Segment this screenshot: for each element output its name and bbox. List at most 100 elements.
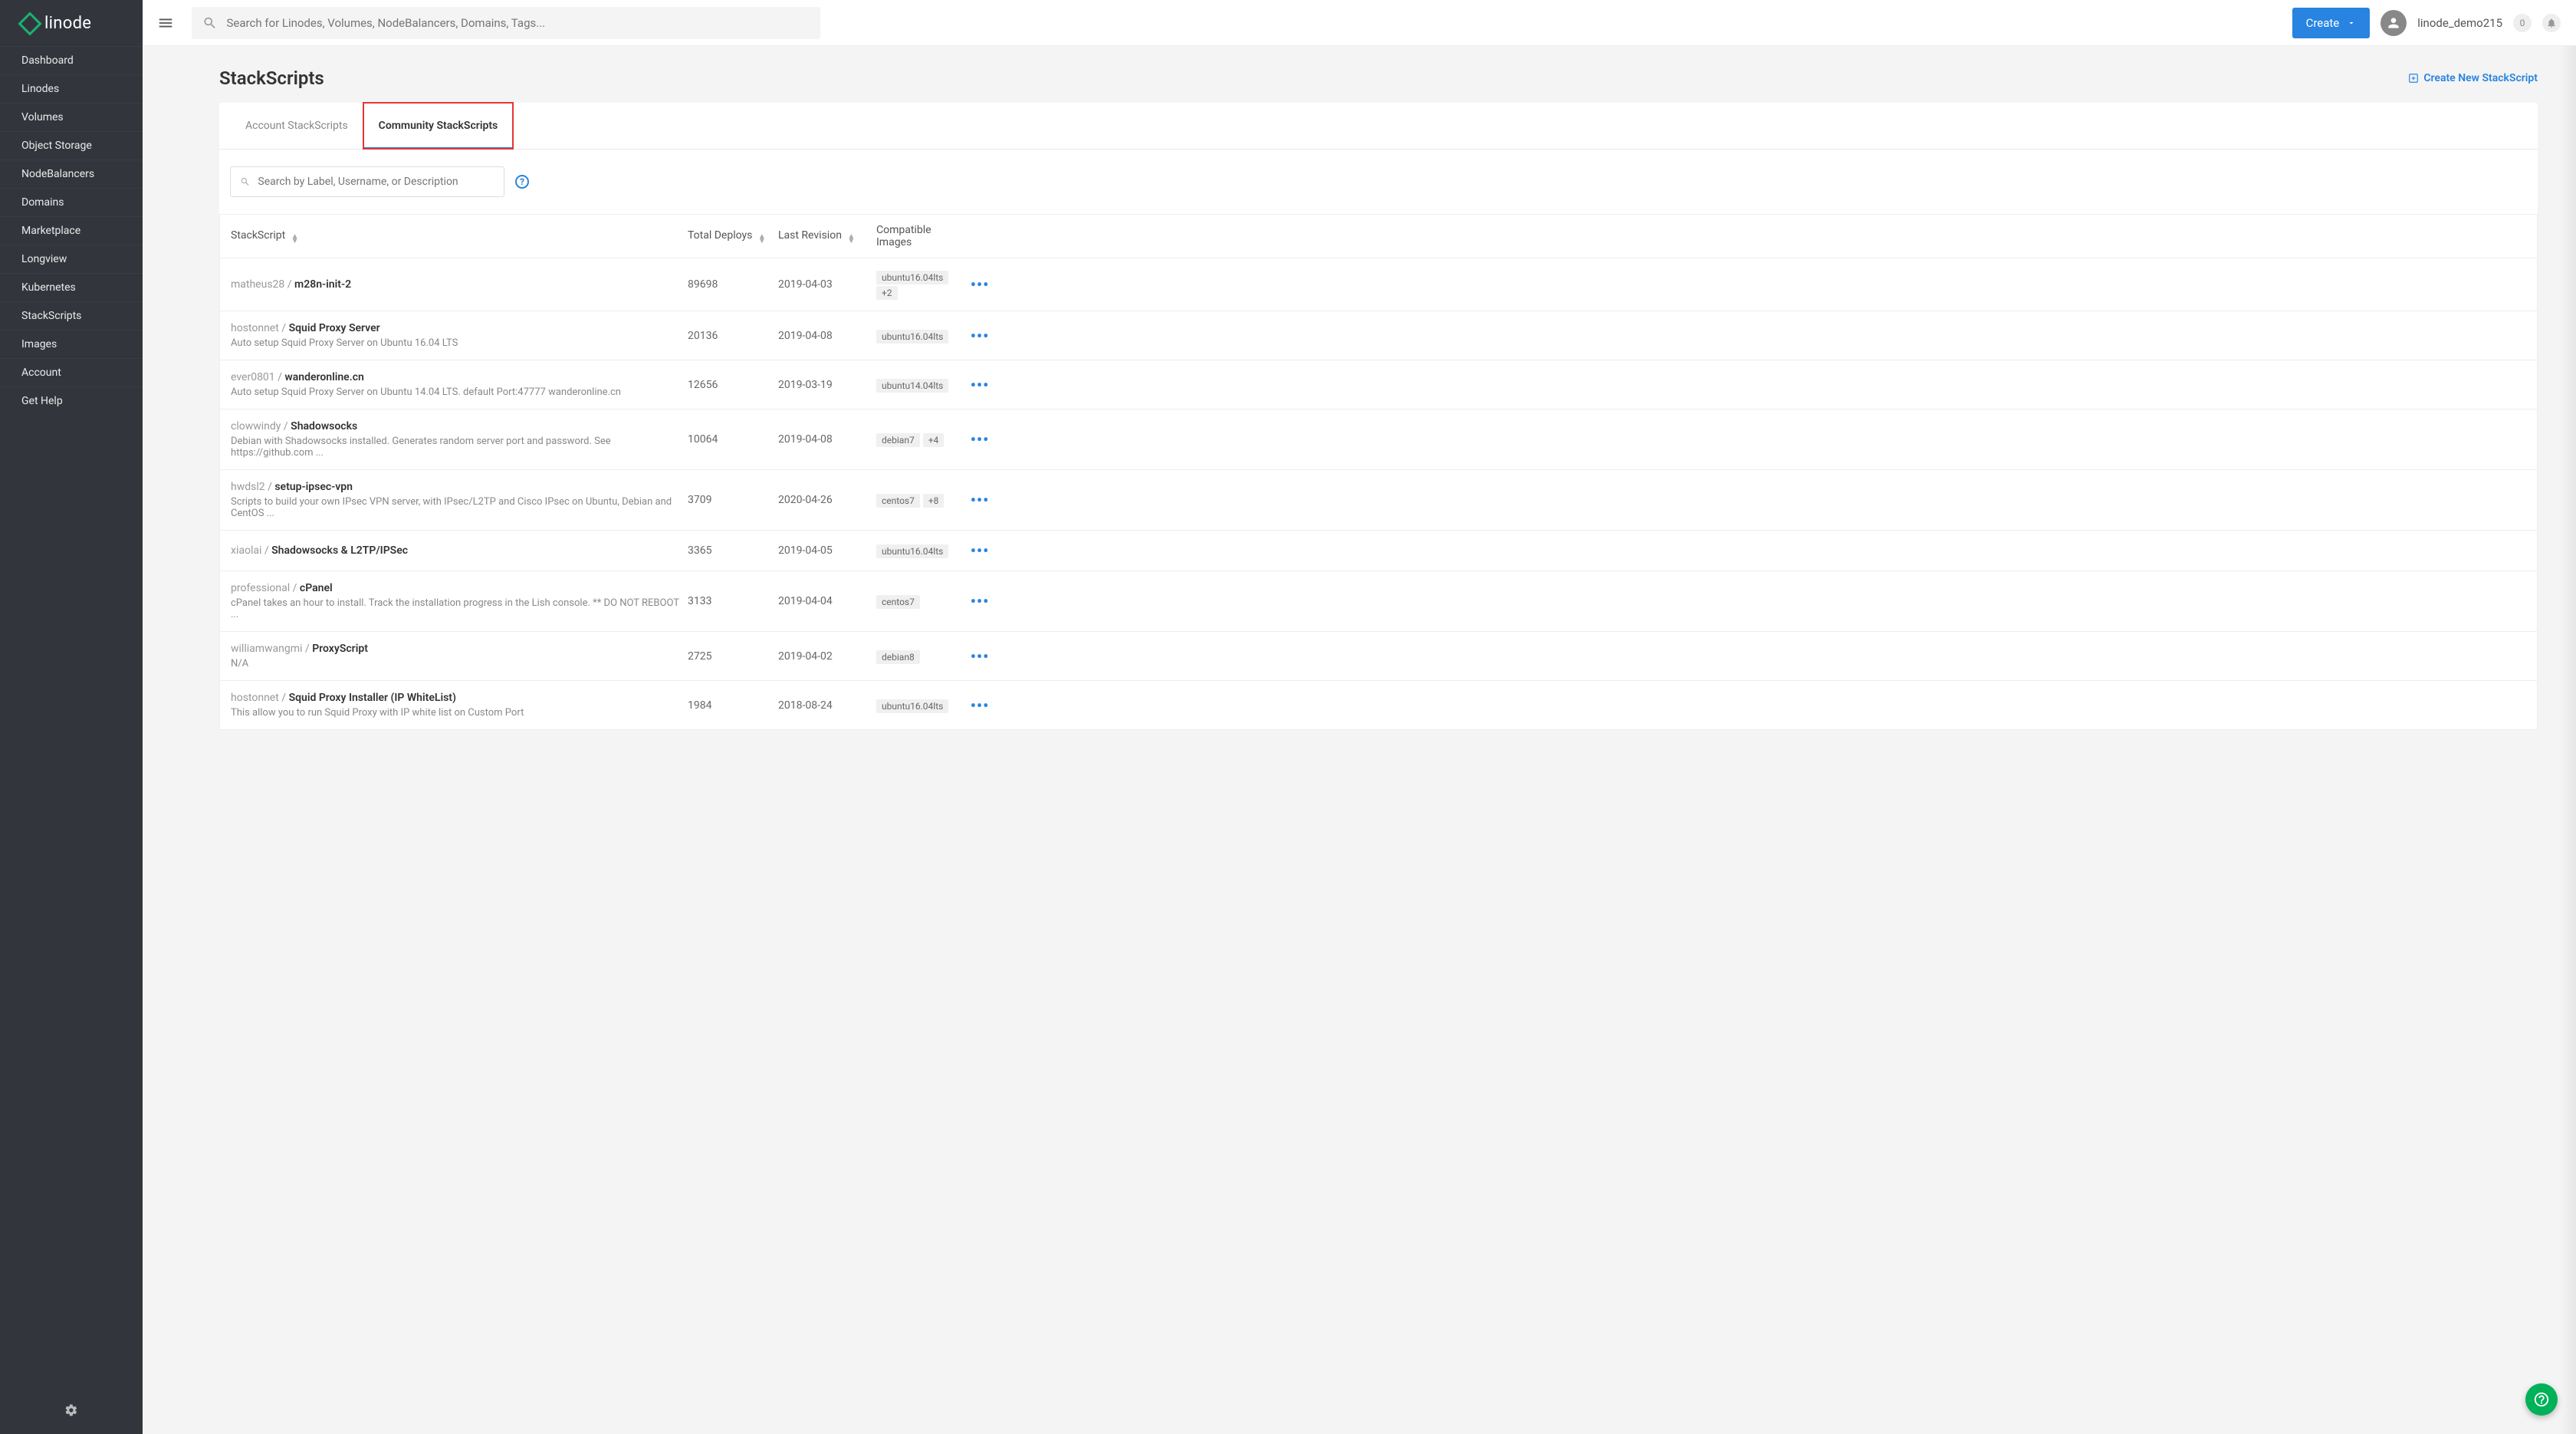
row-deploys: 89698 [688,278,778,291]
image-chip-more[interactable]: +4 [923,433,945,447]
menu-toggle[interactable] [150,8,181,38]
row-user: hostonnet [231,692,279,704]
sidebar-item-marketplace[interactable]: Marketplace [0,216,143,245]
table-row[interactable]: matheus28 / m28n-init-2896982019-04-03ub… [220,258,2537,311]
row-description: Auto setup Squid Proxy Server on Ubuntu … [231,337,688,349]
sidebar-nav: Dashboard Linodes Volumes Object Storage… [0,46,143,415]
support-fab[interactable] [2525,1383,2558,1416]
table-row[interactable]: hwdsl2 / setup-ipsec-vpnScripts to build… [220,469,2537,530]
sidebar-item-dashboard[interactable]: Dashboard [0,46,143,74]
table-header: StackScript ▲▼ Total Deploys ▲▼ Last Rev… [220,214,2537,258]
row-deploys: 3709 [688,494,778,506]
table-row[interactable]: hostonnet / Squid Proxy ServerAuto setup… [220,311,2537,360]
image-chip: ubuntu16.04lts [876,271,948,284]
row-label: wanderonline.cn [284,371,363,383]
row-images: centos7+8 [876,492,968,508]
row-actions-menu[interactable]: ••• [971,376,990,394]
sidebar-item-domains[interactable]: Domains [0,188,143,216]
sidebar-item-longview[interactable]: Longview [0,245,143,273]
row-deploys: 1984 [688,699,778,712]
page-title: StackScripts [219,67,324,89]
search-icon [240,176,250,187]
row-revision: 2019-03-19 [778,379,876,391]
sidebar-item-linodes[interactable]: Linodes [0,74,143,103]
row-user: williamwangmi [231,643,302,655]
tab-community-stackscripts[interactable]: Community StackScripts [363,103,514,149]
sort-icon: ▲▼ [758,235,766,244]
row-deploys: 3365 [688,544,778,557]
create-button[interactable]: Create [2292,8,2371,38]
col-header-deploys[interactable]: Total Deploys ▲▼ [688,229,778,244]
brand-name: linode [44,14,91,33]
row-label: ProxyScript [312,643,368,655]
row-deploys: 2725 [688,650,778,663]
sort-icon: ▲▼ [291,235,299,244]
sidebar-item-kubernetes[interactable]: Kubernetes [0,273,143,301]
username-label[interactable]: linode_demo215 [2417,16,2502,30]
table-row[interactable]: williamwangmi / ProxyScriptN/A27252019-0… [220,631,2537,680]
row-actions-menu[interactable]: ••• [971,491,990,509]
stackscript-search-input[interactable] [250,176,495,188]
row-deploys: 3133 [688,595,778,607]
row-images: debian7+4 [876,432,968,447]
stackscript-search[interactable] [230,166,504,197]
row-actions-menu[interactable]: ••• [971,430,990,449]
row-actions-menu[interactable]: ••• [971,592,990,610]
image-chip-more[interactable]: +2 [876,286,898,300]
sidebar-item-volumes[interactable]: Volumes [0,103,143,131]
row-label: setup-ipsec-vpn [274,481,353,493]
row-user: professional [231,582,290,594]
image-chip: ubuntu16.04lts [876,330,948,344]
row-actions-menu[interactable]: ••• [971,275,990,294]
row-user: matheus28 [231,278,284,291]
row-description: Debian with Shadowsocks installed. Gener… [231,436,688,459]
table-row[interactable]: hostonnet / Squid Proxy Installer (IP Wh… [220,680,2537,729]
create-stackscript-link[interactable]: Create New StackScript [2408,72,2538,84]
image-chip-more[interactable]: +8 [923,494,945,508]
col-header-stackscript[interactable]: StackScript ▲▼ [228,229,688,244]
row-revision: 2019-04-08 [778,330,876,342]
row-actions-menu[interactable]: ••• [971,541,990,560]
col-header-revision[interactable]: Last Revision ▲▼ [778,229,876,244]
sidebar-item-images[interactable]: Images [0,330,143,358]
notification-count[interactable]: 0 [2513,14,2532,32]
content-area: StackScripts Create New StackScript Acco… [143,46,2576,1434]
row-revision: 2019-04-03 [778,278,876,291]
sidebar-item-account[interactable]: Account [0,358,143,386]
row-images: centos7 [876,594,968,609]
table-row[interactable]: ever0801 / wanderonline.cnAuto setup Squ… [220,360,2537,409]
row-deploys: 20136 [688,330,778,342]
sidebar-settings[interactable] [0,1390,143,1434]
row-label: Squid Proxy Installer (IP WhiteList) [289,692,456,704]
help-icon[interactable]: ? [515,175,529,189]
row-revision: 2019-04-05 [778,544,876,557]
table-row[interactable]: clowwindy / ShadowsocksDebian with Shado… [220,409,2537,469]
logo[interactable]: linode [0,0,143,46]
menu-icon [157,15,174,31]
user-avatar[interactable] [2380,10,2407,36]
sidebar-item-stackscripts[interactable]: StackScripts [0,301,143,330]
row-user: hwdsl2 [231,481,265,493]
row-images: ubuntu16.04lts [876,698,968,713]
row-revision: 2020-04-26 [778,494,876,506]
plus-box-icon [2408,73,2419,84]
col-header-images: Compatible Images [876,224,968,248]
row-revision: 2019-04-04 [778,595,876,607]
sidebar-item-get-help[interactable]: Get Help [0,386,143,415]
sidebar: linode Dashboard Linodes Volumes Object … [0,0,143,1434]
global-search-input[interactable] [218,16,810,30]
row-actions-menu[interactable]: ••• [971,696,990,715]
row-actions-menu[interactable]: ••• [971,647,990,666]
sidebar-item-object-storage[interactable]: Object Storage [0,131,143,160]
row-description: Scripts to build your own IPsec VPN serv… [231,496,688,519]
global-search[interactable] [192,7,820,39]
row-actions-menu[interactable]: ••• [971,327,990,345]
notifications-bell[interactable] [2542,14,2561,32]
sidebar-item-nodebalancers[interactable]: NodeBalancers [0,160,143,188]
tab-account-stackscripts[interactable]: Account StackScripts [230,103,363,149]
row-label: Squid Proxy Server [289,322,380,334]
table-row[interactable]: xiaolai / Shadowsocks & L2TP/IPSec336520… [220,530,2537,571]
bell-icon [2546,18,2557,28]
table-row[interactable]: professional / cPanelcPanel takes an hou… [220,571,2537,631]
sort-icon: ▲▼ [847,235,855,244]
